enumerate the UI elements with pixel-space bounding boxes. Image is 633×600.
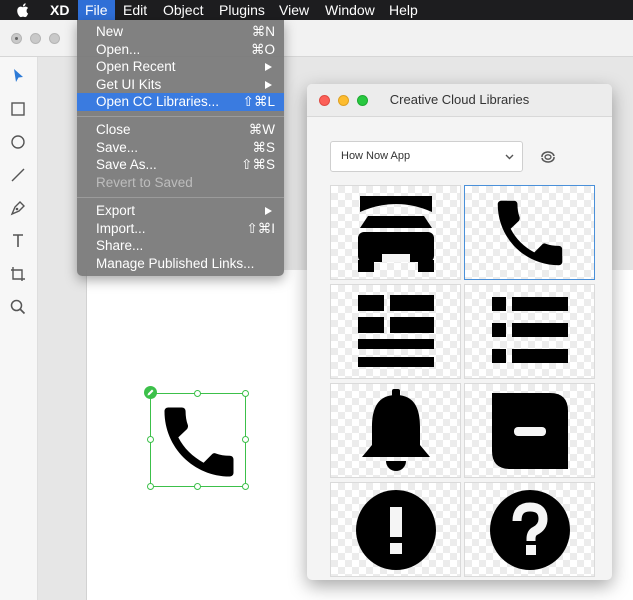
phone-icon — [497, 200, 562, 265]
menu-separator — [77, 116, 284, 117]
library-asset-bell[interactable] — [330, 383, 461, 478]
zoom-tool-icon[interactable] — [8, 297, 28, 317]
window-close-button[interactable] — [11, 33, 22, 44]
bed-icon — [357, 195, 434, 272]
menu-item-save-as[interactable]: Save As... ⇧⌘S — [77, 156, 284, 174]
menu-object[interactable]: Object — [156, 0, 210, 20]
library-asset-phone[interactable] — [464, 185, 595, 280]
edit-link-icon[interactable] — [144, 386, 157, 399]
menu-edit[interactable]: Edit — [116, 0, 154, 20]
window-minimize-button[interactable] — [30, 33, 41, 44]
library-asset-minus-square[interactable] — [464, 383, 595, 478]
menu-item-close[interactable]: Close ⌘W — [77, 121, 284, 139]
ellipse-tool-icon[interactable] — [8, 132, 28, 152]
menu-help[interactable]: Help — [382, 0, 425, 20]
pen-tool-icon[interactable] — [8, 198, 28, 218]
menu-separator — [77, 197, 284, 198]
submenu-arrow-icon — [265, 81, 272, 89]
menu-item-save[interactable]: Save... ⌘S — [77, 139, 284, 157]
line-tool-icon[interactable] — [8, 165, 28, 185]
tool-bar — [0, 57, 38, 600]
library-asset-exclamation[interactable] — [330, 482, 461, 577]
panel-titlebar[interactable]: Creative Cloud Libraries — [307, 84, 612, 117]
cc-libraries-panel: Creative Cloud Libraries How Now App — [307, 84, 612, 580]
file-menu-dropdown: New ⌘N Open... ⌘O Open Recent Get UI Kit… — [77, 20, 284, 276]
library-asset-bed[interactable] — [330, 185, 461, 280]
menu-item-export[interactable]: Export — [77, 202, 284, 220]
library-select-value: How Now App — [341, 150, 411, 162]
menu-item-open[interactable]: Open... ⌘O — [77, 41, 284, 59]
bulleted-list-icon — [491, 296, 568, 363]
apple-icon[interactable] — [14, 1, 32, 19]
rectangle-tool-icon[interactable] — [8, 99, 28, 119]
library-asset-bulleted-list[interactable] — [464, 284, 595, 379]
menu-item-import[interactable]: Import... ⇧⌘I — [77, 220, 284, 238]
resize-handle-top-right[interactable] — [242, 390, 249, 397]
menu-item-revert-to-saved: Revert to Saved — [96, 175, 193, 190]
bell-icon — [361, 388, 430, 471]
menu-plugins[interactable]: Plugins — [212, 0, 272, 20]
resize-handle-bottom-left[interactable] — [147, 483, 154, 490]
menu-item-new[interactable]: New ⌘N — [77, 23, 284, 41]
chevron-down-icon — [505, 154, 514, 160]
menu-view[interactable]: View — [272, 0, 316, 20]
resize-handle-top[interactable] — [194, 390, 201, 397]
library-select[interactable]: How Now App — [330, 141, 523, 172]
resize-handle-right[interactable] — [242, 436, 249, 443]
text-tool-icon[interactable] — [8, 231, 28, 251]
minus-square-icon — [491, 392, 568, 469]
menu-item-open-recent[interactable]: Open Recent — [77, 58, 284, 76]
selection-bounding-box[interactable] — [150, 393, 246, 487]
library-asset-article-list[interactable] — [330, 284, 461, 379]
panel-title: Creative Cloud Libraries — [389, 92, 530, 107]
resize-handle-left[interactable] — [147, 436, 154, 443]
menu-file[interactable]: File — [78, 0, 115, 20]
resize-handle-bottom[interactable] — [194, 483, 201, 490]
resize-handle-bottom-right[interactable] — [242, 483, 249, 490]
menu-item-get-ui-kits[interactable]: Get UI Kits — [77, 76, 284, 94]
menu-item-share[interactable]: Share... — [77, 237, 284, 255]
article-list-icon — [357, 294, 434, 367]
library-asset-question[interactable] — [464, 482, 595, 577]
sync-icon[interactable] — [539, 150, 557, 164]
exclamation-circle-icon — [355, 489, 436, 570]
menu-window[interactable]: Window — [318, 0, 382, 20]
menu-bar: XD File Edit Object Plugins View Window … — [0, 0, 633, 20]
question-circle-icon — [489, 489, 570, 570]
menu-item-manage-published-links[interactable]: Manage Published Links... — [77, 255, 284, 273]
window-zoom-button[interactable] — [49, 33, 60, 44]
submenu-arrow-icon — [265, 63, 272, 71]
app-menu[interactable]: XD — [43, 0, 76, 20]
menu-item-open-cc-libraries[interactable]: Open CC Libraries... ⇧⌘L — [77, 93, 284, 111]
artboard-tool-icon[interactable] — [8, 264, 28, 284]
submenu-arrow-icon — [265, 207, 272, 215]
select-tool-icon[interactable] — [8, 66, 28, 86]
